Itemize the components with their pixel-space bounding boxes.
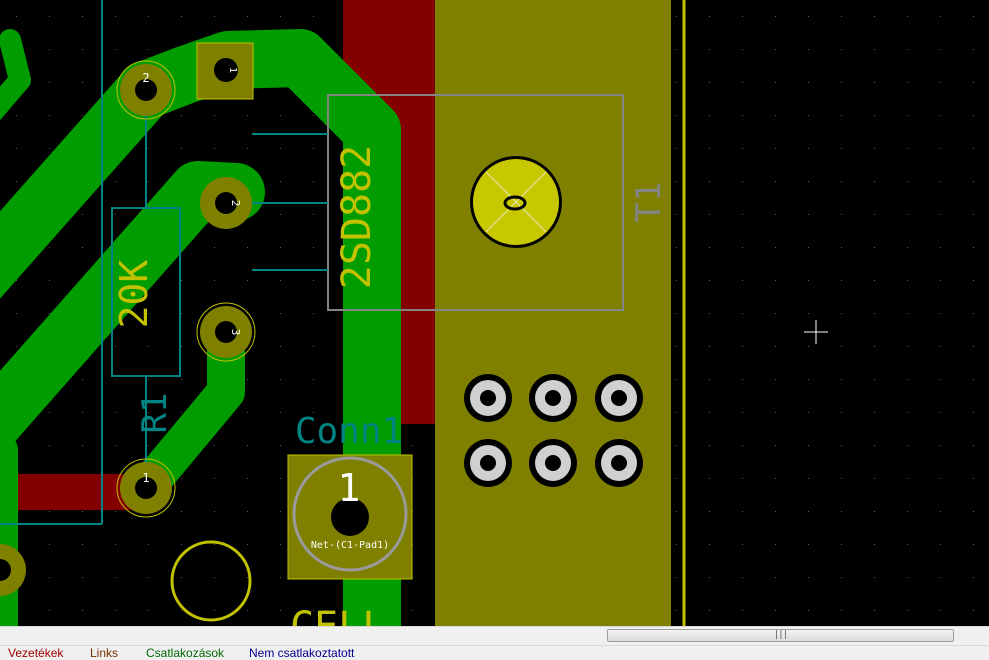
cell-label: CELL- [290, 604, 410, 626]
pad-round[interactable]: 3 [196, 302, 256, 362]
r1-reference-label: R1 [135, 393, 175, 434]
conn1-reference-label: Conn1 [295, 411, 403, 452]
pad-square[interactable]: 1 [196, 42, 254, 100]
pad-round[interactable]: 2 [200, 177, 252, 229]
via[interactable] [595, 374, 643, 422]
conn1-pad[interactable]: 1 Net-(C1-Pad1) [287, 454, 413, 580]
pcb-editor-window: 1 2 2 3 1 1 Net-(C1-Pad1) 20K R1 2SD882 … [0, 0, 989, 660]
pad-number: 2 [142, 71, 149, 85]
via[interactable] [464, 439, 512, 487]
t1-value-label: 2SD882 [334, 145, 380, 290]
status-links: Links [90, 646, 119, 660]
conn1-pad-number: 1 [338, 466, 361, 510]
status-bar: Vezetékek Links Csatlakozások Nem csatla… [0, 645, 989, 660]
status-unconnected: Nem csatlakoztatott [249, 646, 355, 660]
scrollbar-thumb[interactable]: ||| [607, 629, 954, 642]
status-connections: Csatlakozások [146, 646, 225, 660]
via[interactable] [529, 439, 577, 487]
t1-mounting-hole[interactable] [470, 156, 562, 248]
horizontal-scrollbar[interactable]: ||| [0, 626, 989, 645]
via[interactable] [529, 374, 577, 422]
heatsink-pad-area[interactable] [435, 0, 671, 626]
pad-number: 2 [229, 200, 242, 207]
pad-number: 1 [227, 67, 238, 73]
pcb-canvas[interactable]: 1 2 2 3 1 1 Net-(C1-Pad1) 20K R1 2SD882 … [0, 0, 989, 626]
pad-number: 1 [142, 471, 149, 485]
t1-reference-label: T1 [629, 182, 669, 223]
conn1-net-label: Net-(C1-Pad1) [311, 540, 389, 551]
pad-number: 3 [229, 329, 242, 336]
r1-value-label: 20K [112, 260, 156, 329]
via[interactable] [464, 374, 512, 422]
pad-round[interactable]: 1 [116, 458, 176, 518]
status-tracks: Vezetékek [8, 646, 64, 660]
pad-round[interactable]: 2 [116, 60, 176, 120]
via[interactable] [595, 439, 643, 487]
scrollbar-grip-icon: ||| [773, 630, 788, 640]
